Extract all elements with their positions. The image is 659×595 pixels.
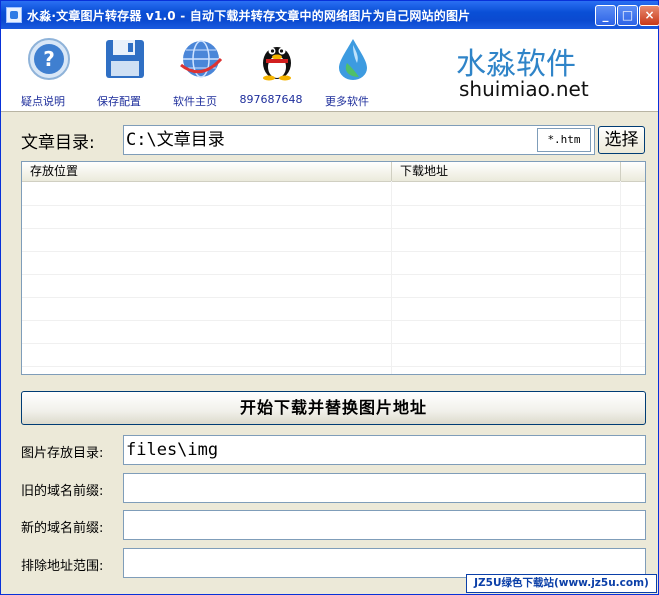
qq-label: 897687648	[239, 93, 303, 106]
toolbar: ? 疑点说明 保存配置 软件主页 897687648 更多软件 水淼软件 shu…	[1, 29, 658, 112]
extension-filter-input[interactable]: *.htm	[537, 128, 591, 152]
svg-text:?: ?	[43, 47, 55, 71]
help-icon: ?	[28, 38, 70, 80]
floppy-disk-icon	[106, 40, 144, 78]
brand-domain: shuimiao.net	[459, 77, 589, 101]
help-button[interactable]: ? 疑点说明	[11, 33, 75, 108]
column-download-url[interactable]: 下载地址	[392, 162, 621, 181]
article-dir-input[interactable]: C:\文章目录	[123, 125, 595, 155]
image-dir-input[interactable]: files\img	[123, 435, 646, 465]
new-domain-label: 新的域名前缀:	[21, 521, 104, 536]
maximize-button[interactable]: □	[617, 5, 638, 26]
app-icon	[6, 7, 22, 23]
watermark-badge: JZ5U绿色下载站(www.jz5u.com)	[466, 574, 657, 593]
more-software-label: 更多软件	[325, 95, 369, 108]
close-button[interactable]: ×	[639, 5, 659, 26]
homepage-button[interactable]: 软件主页	[163, 33, 227, 108]
help-label: 疑点说明	[21, 95, 65, 108]
old-domain-label: 旧的域名前缀:	[21, 484, 104, 499]
minimize-button[interactable]: _	[595, 5, 616, 26]
select-dir-button[interactable]: 选择	[598, 126, 645, 154]
article-dir-label: 文章目录:	[21, 133, 95, 153]
list-header: 存放位置 下载地址	[22, 162, 645, 182]
list-row	[22, 228, 645, 252]
more-software-button[interactable]: 更多软件	[315, 33, 379, 108]
qq-penguin-icon	[263, 47, 291, 81]
save-config-button[interactable]: 保存配置	[87, 33, 151, 108]
list-row	[22, 182, 645, 206]
app-window: 水淼·文章图片转存器 v1.0 - 自动下载并转存文章中的网络图片为自己网站的图…	[0, 0, 659, 595]
start-download-button[interactable]: 开始下载并替换图片地址	[21, 391, 646, 425]
list-row	[22, 251, 645, 275]
list-row	[22, 274, 645, 298]
list-row	[22, 205, 645, 229]
image-dir-label: 图片存放目录:	[21, 446, 104, 461]
old-domain-input[interactable]	[123, 473, 646, 503]
result-list[interactable]: 存放位置 下载地址	[21, 161, 646, 375]
column-storage-location[interactable]: 存放位置	[22, 162, 392, 181]
globe-icon	[180, 40, 223, 78]
water-drop-icon	[339, 39, 367, 80]
window-title: 水淼·文章图片转存器 v1.0 - 自动下载并转存文章中的网络图片为自己网站的图…	[27, 9, 471, 23]
list-row	[22, 343, 645, 367]
qq-button[interactable]: 897687648	[239, 33, 303, 107]
homepage-label: 软件主页	[173, 95, 217, 108]
list-row	[22, 297, 645, 321]
new-domain-input[interactable]	[123, 510, 646, 540]
title-bar[interactable]: 水淼·文章图片转存器 v1.0 - 自动下载并转存文章中的网络图片为自己网站的图…	[1, 1, 659, 29]
exclude-range-label: 排除地址范围:	[21, 559, 104, 574]
save-config-label: 保存配置	[97, 95, 141, 108]
list-row	[22, 320, 645, 344]
